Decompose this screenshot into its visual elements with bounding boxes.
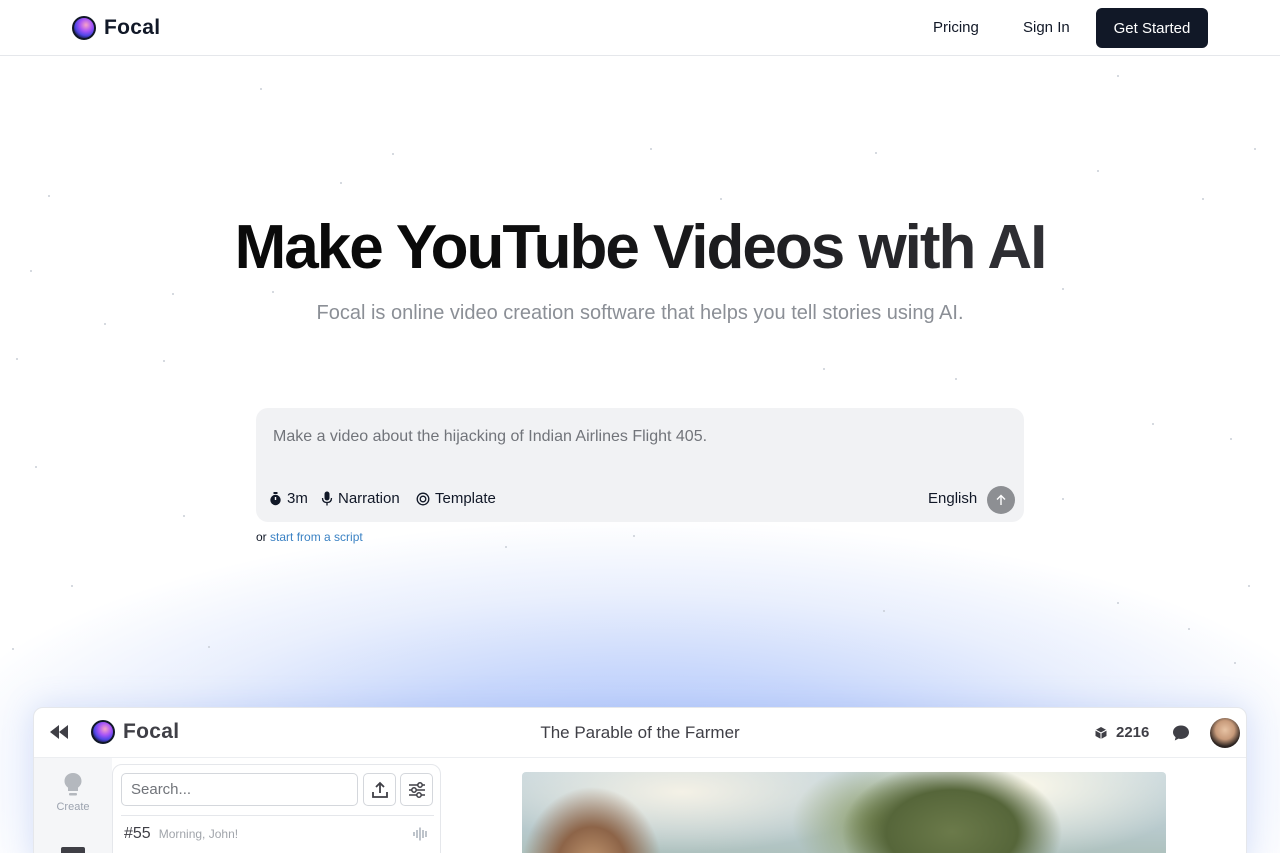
duration-option[interactable]: 3m [269, 490, 308, 507]
brand-name: Focal [104, 16, 161, 39]
arrow-up-icon [996, 494, 1006, 505]
duration-label: 3m [287, 490, 308, 507]
language-label: English [928, 490, 978, 507]
decorative-dot [1202, 198, 1204, 200]
upload-button[interactable] [363, 773, 396, 806]
language-selector[interactable]: English [928, 490, 977, 507]
focal-logo-icon [72, 16, 96, 40]
image-icon [61, 847, 85, 853]
prompt-box[interactable]: Make a video about the hijacking of Indi… [256, 408, 1024, 522]
decorative-dot [1254, 148, 1256, 150]
top-nav: Focal Pricing Sign In Get Started [0, 0, 1280, 56]
credits-value: 2216 [1116, 724, 1150, 741]
decorative-dot [260, 88, 262, 90]
narration-option[interactable]: Narration [321, 490, 400, 507]
decorative-dot [48, 195, 50, 197]
sidebar-item-create[interactable]: Create [34, 772, 112, 813]
submit-button[interactable] [987, 486, 1015, 514]
search-input[interactable] [121, 773, 358, 806]
app-preview: Focal The Parable of the Farmer 2216 Cre… [33, 707, 1247, 853]
decorative-dot [392, 153, 394, 155]
panel-divider [121, 815, 434, 816]
scene-number: #55 [124, 825, 151, 842]
decorative-dot [340, 182, 342, 184]
project-title[interactable]: The Parable of the Farmer [34, 723, 1246, 743]
user-avatar[interactable] [1210, 718, 1240, 748]
get-started-button[interactable]: Get Started [1096, 8, 1208, 48]
chat-bubble-icon [1173, 725, 1189, 741]
template-icon [416, 492, 430, 505]
sidebar-create-label: Create [56, 801, 90, 813]
decorative-dot [955, 378, 957, 380]
decorative-dot [823, 368, 825, 370]
list-item[interactable]: #55 Morning, John! [124, 825, 429, 843]
decorative-dot [1152, 423, 1154, 425]
microphone-icon [321, 491, 333, 506]
alt-prefix: or [256, 530, 267, 544]
scenes-panel: #55 Morning, John! [112, 764, 441, 853]
filter-button[interactable] [400, 773, 433, 806]
decorative-dot [16, 358, 18, 360]
scene-preview-image[interactable] [522, 772, 1166, 853]
cube-icon [1095, 726, 1107, 739]
app-sidebar: Create [34, 758, 112, 853]
scene-label: Morning, John! [158, 827, 239, 841]
decorative-dot [1062, 288, 1064, 290]
decorative-dot [1117, 75, 1119, 77]
alt-start-line: or start from a script [256, 530, 363, 544]
lightbulb-icon [64, 773, 82, 796]
hero-title: Make YouTube Videos with AI [0, 212, 1280, 283]
decorative-dot [272, 291, 274, 293]
chat-button[interactable] [1172, 724, 1190, 747]
start-from-script-link[interactable]: start from a script [270, 530, 363, 544]
stopwatch-icon [270, 491, 281, 505]
template-option[interactable]: Template [416, 490, 496, 507]
sliders-icon [408, 781, 425, 798]
waveform-icon [413, 827, 427, 841]
brand-logo-link[interactable]: Focal [72, 16, 160, 40]
hero-subtitle: Focal is online video creation software … [316, 302, 964, 324]
decorative-dot [172, 293, 174, 295]
app-header: Focal The Parable of the Farmer 2216 [34, 708, 1246, 758]
template-label: Template [435, 490, 496, 507]
decorative-dot [1097, 170, 1099, 172]
credits-counter[interactable]: 2216 [1094, 724, 1149, 741]
prompt-input[interactable]: Make a video about the hijacking of Indi… [273, 428, 707, 446]
nav-link-pricing[interactable]: Pricing [933, 19, 979, 36]
upload-icon [371, 781, 388, 798]
sidebar-item-images[interactable] [34, 846, 112, 853]
decorative-dot [875, 152, 877, 154]
narration-label: Narration [338, 490, 400, 507]
decorative-dot [163, 360, 165, 362]
decorative-dot [650, 148, 652, 150]
nav-link-sign-in[interactable]: Sign In [1023, 19, 1070, 36]
decorative-dot [720, 198, 722, 200]
